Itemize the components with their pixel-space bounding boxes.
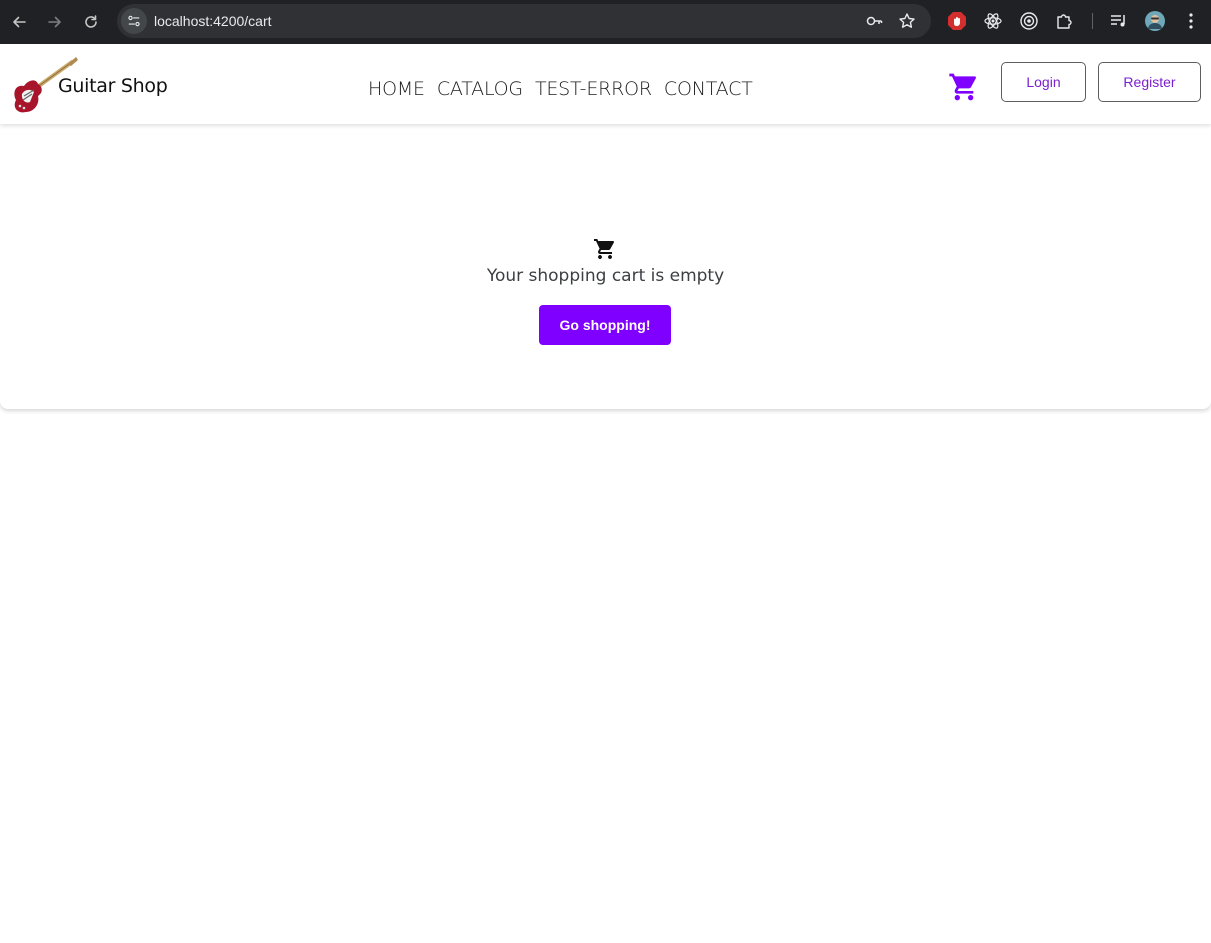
back-icon[interactable] [7, 10, 31, 34]
url-text[interactable]: localhost:4200/cart [154, 13, 272, 29]
address-bar[interactable]: localhost:4200/cart [117, 4, 931, 38]
main-nav: HOME CATALOG TEST-ERROR CONTACT [368, 78, 753, 100]
extension-react-icon[interactable] [983, 11, 1003, 31]
password-key-icon[interactable] [865, 12, 883, 30]
logo-text: Guitar Shop [58, 75, 168, 97]
extension-target-icon[interactable] [1019, 11, 1039, 31]
cart-icon [594, 239, 615, 259]
nav-test-error[interactable]: TEST-ERROR [535, 78, 652, 100]
extensions-puzzle-icon[interactable] [1055, 11, 1075, 31]
media-playlist-icon[interactable] [1109, 11, 1129, 31]
empty-cart-message: Your shopping cart is empty [486, 266, 725, 286]
forward-icon[interactable] [43, 10, 67, 34]
site-logo[interactable]: Guitar Shop [10, 56, 180, 118]
nav-contact[interactable]: CONTACT [664, 78, 753, 100]
extension-adblock-icon[interactable] [947, 11, 967, 31]
toolbar-divider [1092, 13, 1093, 29]
browser-toolbar: localhost:4200/cart [0, 0, 1211, 44]
site-info-icon[interactable] [121, 8, 147, 34]
site-header: Guitar Shop HOME CATALOG TEST-ERROR CONT… [0, 44, 1211, 124]
cart-button[interactable] [948, 71, 980, 103]
register-button[interactable]: Register [1098, 62, 1201, 102]
reload-icon[interactable] [79, 10, 103, 34]
profile-avatar-icon[interactable] [1145, 11, 1165, 31]
menu-kebab-icon[interactable] [1181, 11, 1201, 31]
go-shopping-button[interactable]: Go shopping! [539, 305, 671, 345]
nav-home[interactable]: HOME [368, 78, 425, 100]
cart-icon [949, 73, 977, 101]
nav-catalog[interactable]: CATALOG [437, 78, 523, 100]
login-button[interactable]: Login [1001, 62, 1086, 102]
bookmark-star-icon[interactable] [898, 12, 916, 30]
empty-cart-card: Your shopping cart is empty Go shopping! [0, 124, 1211, 409]
